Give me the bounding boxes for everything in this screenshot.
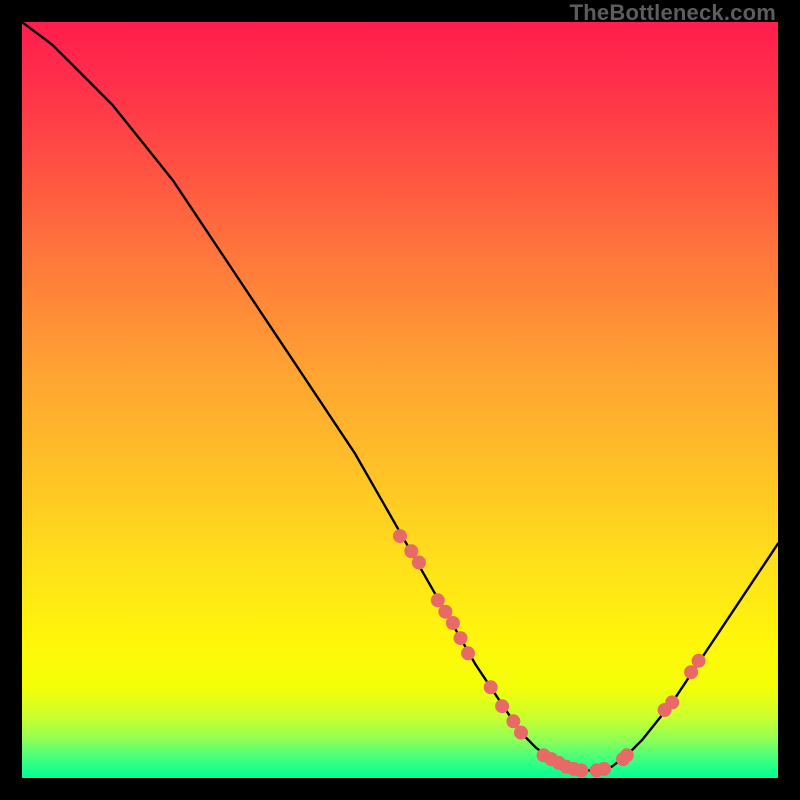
- data-point: [665, 695, 679, 709]
- data-point: [431, 593, 445, 607]
- data-point: [495, 699, 509, 713]
- data-point: [393, 529, 407, 543]
- data-point: [597, 762, 611, 776]
- data-point: [412, 556, 426, 570]
- data-point: [484, 680, 498, 694]
- data-point: [446, 616, 460, 630]
- data-point: [692, 654, 706, 668]
- chart-plot-area: [22, 22, 778, 778]
- bottleneck-curve: [22, 22, 778, 770]
- data-point: [461, 646, 475, 660]
- watermark-text: TheBottleneck.com: [570, 0, 776, 26]
- chart-svg: [22, 22, 778, 778]
- data-point: [574, 763, 588, 777]
- data-point: [684, 665, 698, 679]
- data-point: [454, 631, 468, 645]
- data-point: [620, 748, 634, 762]
- data-point: [514, 726, 528, 740]
